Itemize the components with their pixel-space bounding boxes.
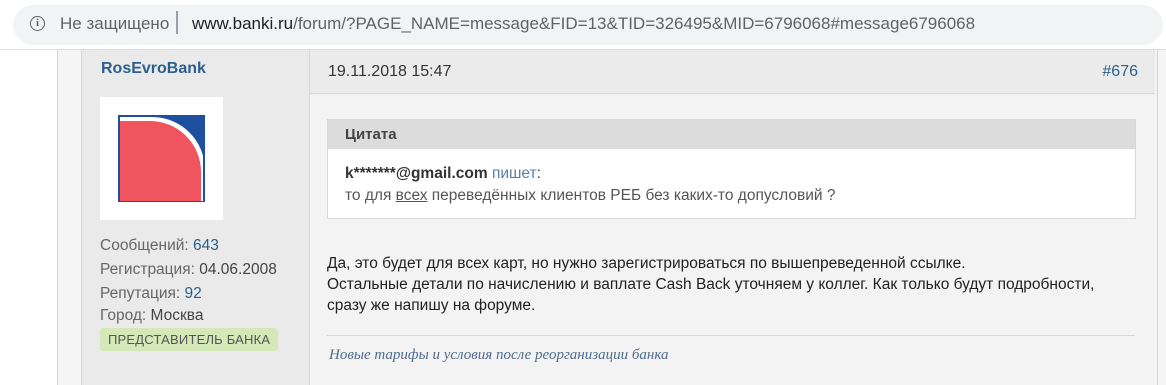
- quote-text: то для всех переведённых клиентов РЕБ бе…: [345, 187, 836, 205]
- address-separator: [176, 11, 178, 34]
- quote-author: k*******@gmail.com: [345, 165, 488, 182]
- stat-reputation-value[interactable]: 92: [185, 285, 202, 302]
- stat-registration: Регистрация: 04.06.2008: [100, 261, 277, 279]
- info-icon[interactable]: i: [30, 16, 45, 31]
- url-text[interactable]: www.banki.ru/forum/?PAGE_NAME=message&FI…: [192, 14, 975, 34]
- stat-messages-label: Сообщений:: [100, 237, 189, 254]
- signature-divider: [327, 335, 1135, 336]
- post-body-line: Да, это будет для всех карт, но нужно за…: [327, 255, 966, 272]
- post-date: 19.11.2018 15:47: [328, 63, 452, 80]
- quote-text-before: то для: [345, 187, 396, 204]
- quote-header: Цитата: [328, 120, 1135, 149]
- author-name-link[interactable]: RosEvroBank: [101, 60, 206, 78]
- security-label[interactable]: Не защищено: [60, 14, 169, 34]
- bank-logo-icon: [118, 115, 205, 202]
- stat-messages: Сообщений: 643: [100, 237, 219, 255]
- post-body-line: сразу же напишу на форуме.: [327, 297, 536, 314]
- url-path: /forum/?PAGE_NAME=message&FID=13&TID=326…: [293, 14, 976, 33]
- stat-city-value: Москва: [150, 307, 204, 324]
- stat-registration-value: 04.06.2008: [199, 261, 277, 278]
- post-body-line: Остальные детали по начислению и ваплате…: [327, 276, 1095, 293]
- post-number-link[interactable]: #676: [1102, 63, 1138, 81]
- quote-text-after: переведённых клиентов РЕБ без каких-то д…: [427, 187, 836, 204]
- address-bar: i Не защищено www.banki.ru/forum/?PAGE_N…: [0, 0, 1166, 50]
- stat-city: Город: Москва: [100, 307, 203, 325]
- url-host: www.banki.ru: [192, 14, 294, 33]
- quote-title: Цитата: [345, 126, 397, 143]
- left-gutter: [0, 50, 57, 385]
- stat-registration-label: Регистрация:: [100, 261, 195, 278]
- signature-link[interactable]: Новые тарифы и условия после реорганизац…: [329, 347, 668, 364]
- avatar[interactable]: [100, 97, 223, 220]
- quote-text-underlined: всех: [395, 187, 428, 204]
- bank-representative-badge: ПРЕДСТАВИТЕЛЬ БАНКА: [100, 328, 279, 351]
- quote-attribution: k*******@gmail.com пишет:: [345, 165, 541, 182]
- stat-reputation-label: Репутация:: [100, 285, 181, 302]
- stat-city-label: Город:: [100, 307, 147, 324]
- stat-messages-value[interactable]: 643: [193, 237, 219, 254]
- stat-reputation: Репутация: 92: [100, 285, 202, 303]
- quote-writes: пишет: [491, 165, 537, 182]
- post-body: Да, это будет для всех карт, но нужно за…: [327, 253, 1147, 316]
- quote-block: Цитата k*******@gmail.com пишет: то для …: [327, 119, 1136, 219]
